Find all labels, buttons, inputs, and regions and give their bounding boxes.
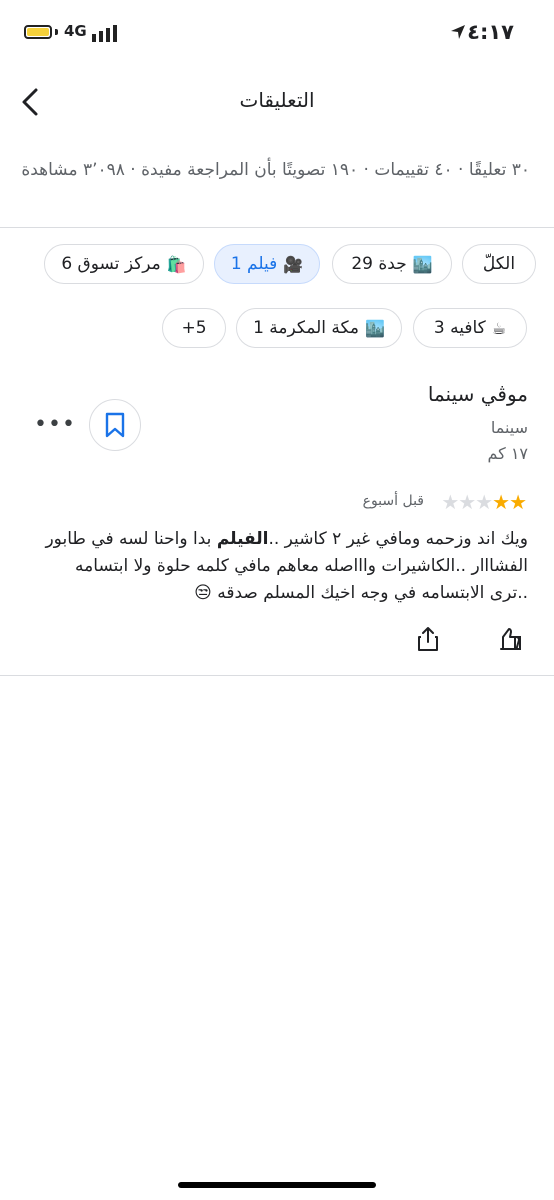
chip-label: فيلم 1 (230, 254, 278, 274)
star-empty-icon: ★ (475, 490, 493, 514)
thumbs-up-icon[interactable] (495, 627, 521, 651)
divider (0, 227, 554, 228)
chip-jeddah[interactable]: 🏙️ جدة 29 (332, 244, 452, 284)
chip-label: مكة المكرمة 1 (253, 318, 360, 338)
chip-mall[interactable]: 🛍️ مركز تسوق 6 (44, 244, 204, 284)
star-filled-icon: ★ (492, 490, 510, 514)
star-filled-icon: ★ (509, 490, 527, 514)
signal-bars-icon (92, 25, 117, 42)
rating-stars: ★★★★★ (441, 490, 527, 514)
review-highlight: الفيلم (216, 529, 269, 549)
bookmark-icon (105, 412, 125, 438)
shopping-bags-icon: 🛍️ (166, 254, 187, 274)
share-icon[interactable] (416, 626, 440, 652)
location-arrow-icon (451, 25, 465, 39)
review-text-part: ويك اند وزحمه ومافي غير ٢ كاشير .. (268, 529, 528, 549)
chip-label: +5 (181, 318, 207, 338)
city-icon: 🏙️ (412, 254, 433, 274)
star-empty-icon: ★ (458, 490, 476, 514)
battery-tip (55, 29, 58, 35)
battery-icon (24, 25, 52, 39)
review-time: قبل أسبوع (362, 493, 424, 509)
page-title: التعليقات (239, 88, 315, 112)
place-distance: ١٧ كم (487, 444, 528, 463)
review-text: ويك اند وزحمه ومافي غير ٢ كاشير ..الفيلم… (40, 526, 528, 607)
place-name[interactable]: موڤي سينما (428, 382, 528, 406)
home-indicator (178, 1182, 376, 1188)
coffee-icon: ☕ (491, 318, 507, 338)
network-type: 4G (64, 22, 87, 40)
movie-camera-icon: 🎥 (283, 254, 304, 274)
chip-label: كافيه 3 (433, 318, 486, 338)
place-category: سينما (490, 418, 528, 437)
star-empty-icon: ★ (441, 490, 459, 514)
chip-label: مركز تسوق 6 (61, 254, 161, 274)
chip-cafe[interactable]: ☕ كافيه 3 (413, 308, 527, 348)
chip-more[interactable]: +5 (162, 308, 226, 348)
review-stats: ٣٠ تعليقًا · ٤٠ تقييمات · ١٩٠ تصويتًا بأ… (21, 160, 530, 180)
more-options-button[interactable]: ••• (34, 412, 76, 437)
save-button[interactable] (89, 399, 141, 451)
chip-label: الكلّ (482, 254, 516, 274)
status-time: ٤:١٧ (467, 20, 514, 44)
chip-label: جدة 29 (351, 254, 407, 274)
chip-makkah[interactable]: 🏙️ مكة المكرمة 1 (236, 308, 402, 348)
chip-all[interactable]: الكلّ (462, 244, 536, 284)
city-icon: 🏙️ (365, 318, 385, 338)
chip-film[interactable]: 🎥 فيلم 1 (214, 244, 320, 284)
divider (0, 675, 554, 676)
